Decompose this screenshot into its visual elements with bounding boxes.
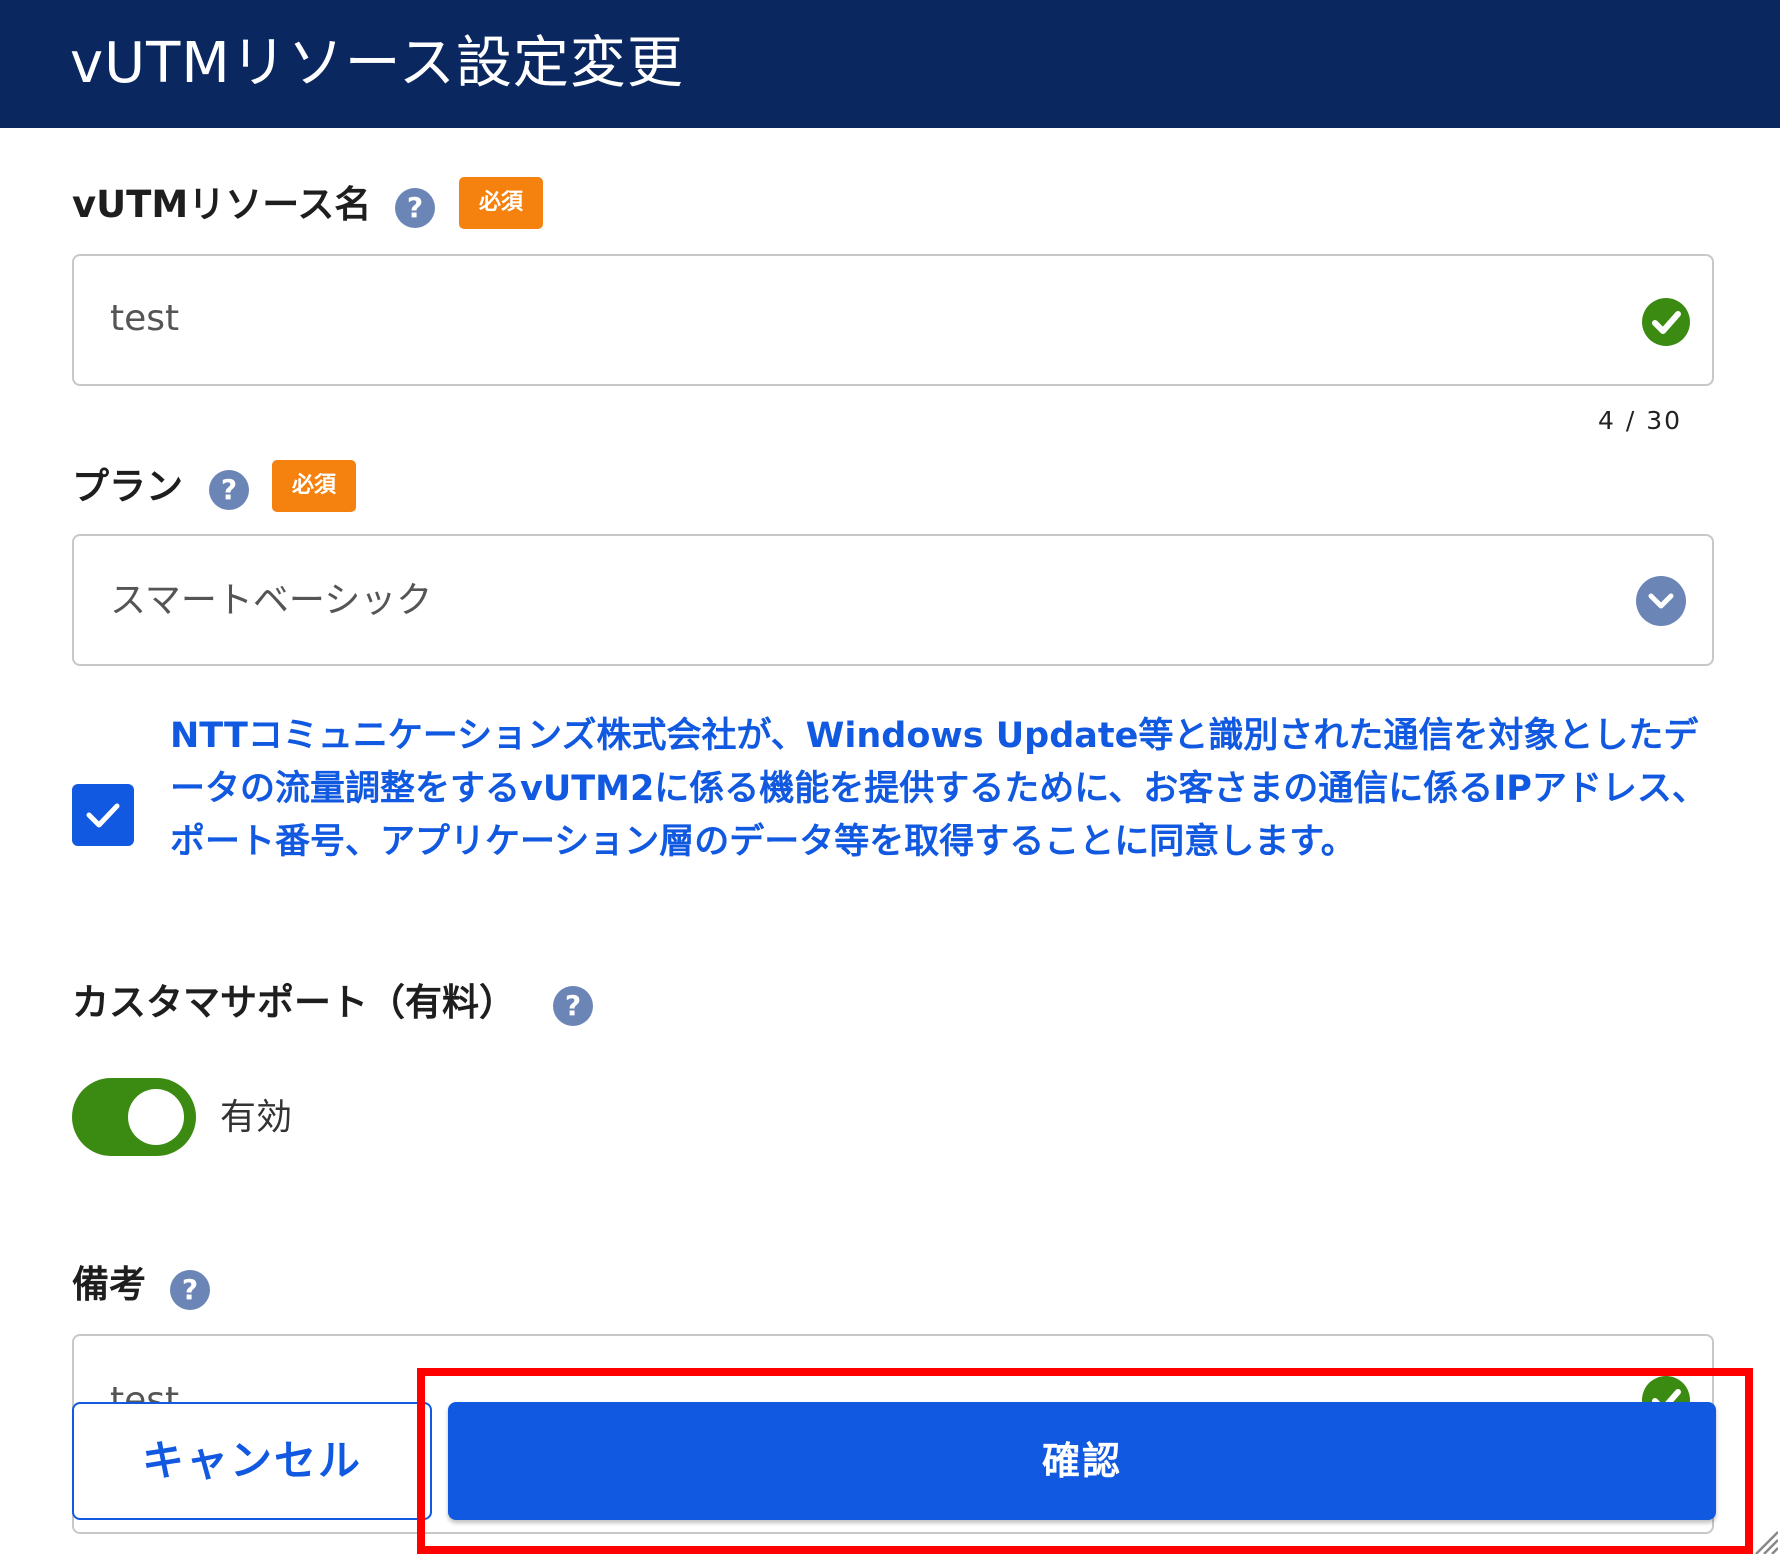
resource-name-value: test [110, 298, 180, 339]
plan-required-badge: 必須 [272, 460, 356, 512]
dialog-title: vUTMリソース設定変更 [70, 31, 684, 96]
toggle-state-label: 有効 [220, 1097, 293, 1138]
resource-settings-dialog: vUTMリソース設定変更 vUTMリソース名 ? 必須 test 4 / 30 … [0, 0, 1780, 1556]
resource-name-input[interactable]: test [72, 254, 1714, 386]
resource-name-required-badge: 必須 [459, 177, 543, 229]
customer-support-label: カスタマサポート（有料） [72, 981, 516, 1024]
character-counter: 4 / 30 [1598, 406, 1683, 435]
toggle-knob [128, 1089, 184, 1145]
check-circle-icon [1642, 298, 1690, 346]
cancel-button[interactable]: キャンセル [72, 1402, 432, 1520]
consent-text[interactable]: NTTコミュニケーションズ株式会社が、Windows Update等と識別された… [170, 710, 1715, 869]
consent-checkbox[interactable] [72, 784, 134, 846]
customer-support-toggle[interactable] [72, 1078, 196, 1156]
plan-label: プラン [72, 465, 183, 508]
plan-selected-value: スマートベーシック [110, 580, 433, 621]
remarks-help-icon[interactable]: ? [170, 1270, 210, 1310]
plan-select[interactable]: スマートベーシック [72, 534, 1714, 666]
highlight-annotation [417, 1368, 1753, 1554]
plan-help-icon[interactable]: ? [209, 470, 249, 510]
resource-name-label: vUTMリソース名 [72, 183, 372, 226]
chevron-down-icon [1636, 576, 1686, 626]
resource-name-help-icon[interactable]: ? [395, 188, 435, 228]
resize-handle-icon[interactable] [1752, 1528, 1779, 1555]
customer-support-help-icon[interactable]: ? [553, 986, 593, 1026]
dialog-header: vUTMリソース設定変更 [0, 0, 1780, 128]
remarks-label: 備考 [72, 1263, 146, 1306]
